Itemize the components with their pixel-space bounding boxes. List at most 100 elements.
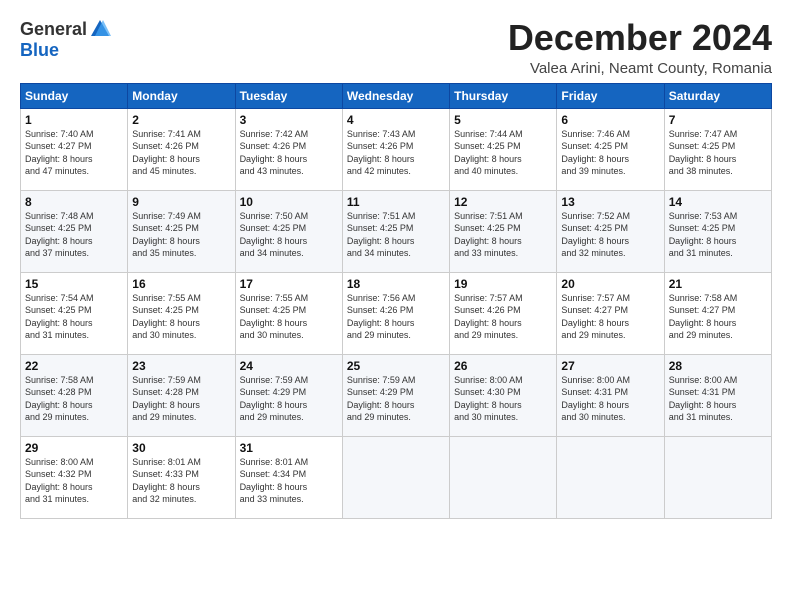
day-number: 13 [561, 195, 659, 209]
calendar-week-5: 29 Sunrise: 8:00 AM Sunset: 4:32 PM Dayli… [21, 436, 772, 518]
day-number: 27 [561, 359, 659, 373]
table-row: 14 Sunrise: 7:53 AM Sunset: 4:25 PM Dayli… [664, 190, 771, 272]
day-number: 12 [454, 195, 552, 209]
calendar-week-1: 1Sunrise: 7:40 AM Sunset: 4:27 PM Daylig… [21, 108, 772, 190]
table-row: 5Sunrise: 7:44 AM Sunset: 4:25 PM Daylig… [450, 108, 557, 190]
table-row: 26Sunrise: 8:00 AM Sunset: 4:30 PM Dayli… [450, 354, 557, 436]
day-number: 10 [240, 195, 338, 209]
logo-general-text: General [20, 19, 87, 40]
table-row: 16 Sunrise: 7:55 AM Sunset: 4:25 PM Dayli… [128, 272, 235, 354]
day-number: 24 [240, 359, 338, 373]
header: General Blue December 2024 Valea Arini, … [20, 18, 772, 77]
day-number: 21 [669, 277, 767, 291]
day-info: Sunrise: 7:58 AM Sunset: 4:27 PM Dayligh… [669, 293, 738, 341]
day-info: Sunrise: 7:57 AM Sunset: 4:27 PM Dayligh… [561, 293, 630, 341]
table-row: 9Sunrise: 7:49 AM Sunset: 4:25 PM Daylig… [128, 190, 235, 272]
day-info: Sunrise: 8:00 AM Sunset: 4:31 PM Dayligh… [561, 375, 630, 423]
day-info: Sunrise: 7:51 AM Sunset: 4:25 PM Dayligh… [347, 211, 416, 259]
table-row: 13 Sunrise: 7:52 AM Sunset: 4:25 PM Dayli… [557, 190, 664, 272]
table-row: 1Sunrise: 7:40 AM Sunset: 4:27 PM Daylig… [21, 108, 128, 190]
col-saturday: Saturday [664, 83, 771, 108]
day-number: 25 [347, 359, 445, 373]
day-info: Sunrise: 7:47 AM Sunset: 4:25 PM Dayligh… [669, 129, 738, 177]
calendar-table: Sunday Monday Tuesday Wednesday Thursday… [20, 83, 772, 519]
day-info: Sunrise: 7:55 AM Sunset: 4:25 PM Dayligh… [132, 293, 201, 341]
col-friday: Friday [557, 83, 664, 108]
table-row: 30 Sunrise: 8:01 AM Sunset: 4:33 PM Dayli… [128, 436, 235, 518]
day-number: 8 [25, 195, 123, 209]
day-number: 9 [132, 195, 230, 209]
table-row: 6Sunrise: 7:46 AM Sunset: 4:25 PM Daylig… [557, 108, 664, 190]
title-block: December 2024 Valea Arini, Neamt County,… [508, 18, 772, 77]
day-info: Sunrise: 8:00 AM Sunset: 4:32 PM Dayligh… [25, 457, 94, 505]
table-row: 7 Sunrise: 7:47 AM Sunset: 4:25 PM Daylig… [664, 108, 771, 190]
calendar-week-2: 8 Sunrise: 7:48 AM Sunset: 4:25 PM Daylig… [21, 190, 772, 272]
day-info: Sunrise: 7:59 AM Sunset: 4:29 PM Dayligh… [347, 375, 416, 423]
day-number: 1 [25, 113, 123, 127]
table-row: 4Sunrise: 7:43 AM Sunset: 4:26 PM Daylig… [342, 108, 449, 190]
table-row: 22Sunrise: 7:58 AM Sunset: 4:28 PM Dayli… [21, 354, 128, 436]
table-row [342, 436, 449, 518]
day-info: Sunrise: 7:54 AM Sunset: 4:25 PM Dayligh… [25, 293, 94, 341]
day-info: Sunrise: 8:00 AM Sunset: 4:30 PM Dayligh… [454, 375, 523, 423]
table-row: 11 Sunrise: 7:51 AM Sunset: 4:25 PM Dayli… [342, 190, 449, 272]
logo-icon [89, 18, 111, 40]
day-number: 29 [25, 441, 123, 455]
month-title: December 2024 [508, 18, 772, 58]
logo-blue-text: Blue [20, 40, 59, 61]
table-row [557, 436, 664, 518]
day-info: Sunrise: 7:42 AM Sunset: 4:26 PM Dayligh… [240, 129, 309, 177]
calendar-week-4: 22Sunrise: 7:58 AM Sunset: 4:28 PM Dayli… [21, 354, 772, 436]
subtitle: Valea Arini, Neamt County, Romania [508, 60, 772, 77]
logo: General Blue [20, 18, 111, 61]
day-info: Sunrise: 7:51 AM Sunset: 4:25 PM Dayligh… [454, 211, 523, 259]
day-info: Sunrise: 7:58 AM Sunset: 4:28 PM Dayligh… [25, 375, 94, 423]
day-number: 14 [669, 195, 767, 209]
table-row: 12 Sunrise: 7:51 AM Sunset: 4:25 PM Dayli… [450, 190, 557, 272]
col-sunday: Sunday [21, 83, 128, 108]
day-info: Sunrise: 7:56 AM Sunset: 4:26 PM Dayligh… [347, 293, 416, 341]
col-tuesday: Tuesday [235, 83, 342, 108]
col-thursday: Thursday [450, 83, 557, 108]
day-number: 17 [240, 277, 338, 291]
day-info: Sunrise: 7:52 AM Sunset: 4:25 PM Dayligh… [561, 211, 630, 259]
table-row: 25 Sunrise: 7:59 AM Sunset: 4:29 PM Dayli… [342, 354, 449, 436]
day-info: Sunrise: 7:55 AM Sunset: 4:25 PM Dayligh… [240, 293, 309, 341]
col-wednesday: Wednesday [342, 83, 449, 108]
day-number: 11 [347, 195, 445, 209]
table-row: 18 Sunrise: 7:56 AM Sunset: 4:26 PM Dayli… [342, 272, 449, 354]
table-row: 27 Sunrise: 8:00 AM Sunset: 4:31 PM Dayli… [557, 354, 664, 436]
day-number: 15 [25, 277, 123, 291]
table-row: 29 Sunrise: 8:00 AM Sunset: 4:32 PM Dayli… [21, 436, 128, 518]
day-number: 19 [454, 277, 552, 291]
table-row: 15 Sunrise: 7:54 AM Sunset: 4:25 PM Dayli… [21, 272, 128, 354]
day-number: 30 [132, 441, 230, 455]
table-row: 24 Sunrise: 7:59 AM Sunset: 4:29 PM Dayli… [235, 354, 342, 436]
page: General Blue December 2024 Valea Arini, … [0, 0, 792, 612]
day-number: 2 [132, 113, 230, 127]
table-row: 20Sunrise: 7:57 AM Sunset: 4:27 PM Dayli… [557, 272, 664, 354]
table-row [450, 436, 557, 518]
day-info: Sunrise: 7:50 AM Sunset: 4:25 PM Dayligh… [240, 211, 309, 259]
day-number: 7 [669, 113, 767, 127]
day-info: Sunrise: 7:53 AM Sunset: 4:25 PM Dayligh… [669, 211, 738, 259]
day-number: 23 [132, 359, 230, 373]
day-info: Sunrise: 7:41 AM Sunset: 4:26 PM Dayligh… [132, 129, 201, 177]
day-info: Sunrise: 7:59 AM Sunset: 4:28 PM Dayligh… [132, 375, 201, 423]
table-row: 17 Sunrise: 7:55 AM Sunset: 4:25 PM Dayli… [235, 272, 342, 354]
day-info: Sunrise: 8:01 AM Sunset: 4:33 PM Dayligh… [132, 457, 201, 505]
day-number: 5 [454, 113, 552, 127]
day-number: 31 [240, 441, 338, 455]
day-info: Sunrise: 7:48 AM Sunset: 4:25 PM Dayligh… [25, 211, 94, 259]
table-row: 31Sunrise: 8:01 AM Sunset: 4:34 PM Dayli… [235, 436, 342, 518]
day-number: 16 [132, 277, 230, 291]
table-row [664, 436, 771, 518]
calendar-header-row: Sunday Monday Tuesday Wednesday Thursday… [21, 83, 772, 108]
table-row: 21 Sunrise: 7:58 AM Sunset: 4:27 PM Dayli… [664, 272, 771, 354]
day-info: Sunrise: 7:46 AM Sunset: 4:25 PM Dayligh… [561, 129, 630, 177]
calendar-week-3: 15 Sunrise: 7:54 AM Sunset: 4:25 PM Dayli… [21, 272, 772, 354]
day-info: Sunrise: 7:59 AM Sunset: 4:29 PM Dayligh… [240, 375, 309, 423]
day-number: 4 [347, 113, 445, 127]
day-number: 18 [347, 277, 445, 291]
day-info: Sunrise: 8:00 AM Sunset: 4:31 PM Dayligh… [669, 375, 738, 423]
